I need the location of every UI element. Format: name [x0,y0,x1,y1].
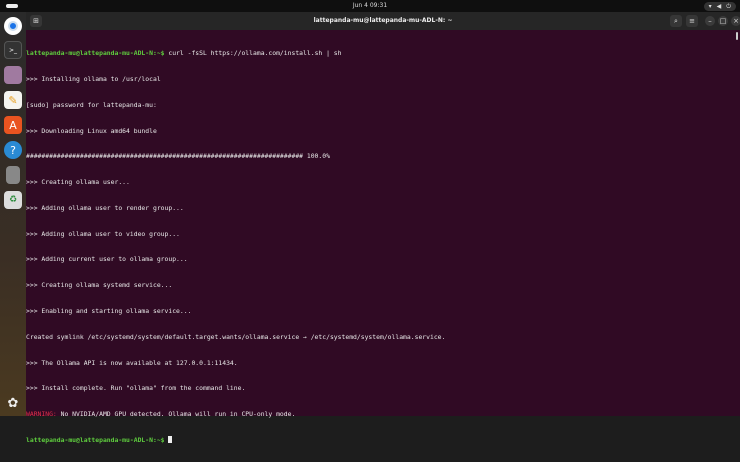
volume-icon: ◀ [716,3,722,10]
output-line: >>> Creating ollama user... [26,178,130,187]
output-line: Created symlink /etc/systemd/system/defa… [26,332,446,341]
minimize-button[interactable]: – [705,16,715,26]
chrome-icon[interactable] [4,17,22,35]
terminal-window: ⊞ lattepanda-mu@lattepanda-mu-ADL-N: ~ ⌕… [26,12,740,444]
close-button[interactable]: × [731,16,740,26]
output-line: >>> Enabling and starting ollama service… [26,307,192,315]
clock[interactable]: Jun 4 09:31 [0,2,740,9]
menu-button[interactable]: ≡ [686,15,698,27]
output-line: >>> Downloading Linux amd64 bundle [26,126,157,135]
top-bar: Jun 4 09:31 ▾ ◀ ⏻ [0,0,740,12]
drive-icon[interactable] [6,166,20,184]
output-line: >>> Adding ollama user to render group..… [26,203,184,212]
terminal-output[interactable]: lattepanda-mu@lattepanda-mu-ADL-N:~$ cur… [26,30,740,462]
files-icon[interactable] [4,66,22,84]
wifi-icon: ▾ [708,3,712,10]
warning-line: WARNING: No NVIDIA/AMD GPU detected. Oll… [26,410,296,419]
output-line: >>> Adding ollama user to video group... [26,229,180,238]
help-icon[interactable]: ? [4,141,22,159]
power-icon: ⏻ [726,2,731,10]
output-line: >>> Installing ollama to /usr/local [26,74,161,83]
window-header: ⊞ lattepanda-mu@lattepanda-mu-ADL-N: ~ ⌕… [26,12,740,30]
scrollbar[interactable] [736,32,738,40]
search-button[interactable]: ⌕ [670,15,682,27]
show-apps-icon[interactable]: ✿ [4,394,22,412]
progress-line: ########################################… [26,152,330,161]
output-line: >>> Install complete. Run "ollama" from … [26,384,246,393]
command-line: lattepanda-mu@lattepanda-mu-ADL-N:~$ cur… [26,49,342,58]
prompt-line: lattepanda-mu@lattepanda-mu-ADL-N:~$ [26,435,740,445]
system-tray[interactable]: ▾ ◀ ⏻ [703,2,736,11]
output-line: [sudo] password for lattepanda-mu: [26,100,157,109]
output-line: >>> Adding current user to ollama group.… [26,255,188,264]
window-title: lattepanda-mu@lattepanda-mu-ADL-N: ~ [313,17,453,24]
text-editor-icon[interactable]: ✎ [4,91,22,109]
cursor [168,435,173,443]
trash-icon[interactable]: ♻ [4,191,22,209]
app-center-icon[interactable]: A [4,116,22,134]
output-line: >>> The Ollama API is now available at 1… [26,358,238,367]
dock: >_ ✎ A ? ♻ ✿ [0,12,26,416]
maximize-button[interactable]: □ [718,16,728,26]
terminal-icon[interactable]: >_ [4,41,22,59]
output-line: >>> Creating ollama systemd service... [26,281,173,290]
